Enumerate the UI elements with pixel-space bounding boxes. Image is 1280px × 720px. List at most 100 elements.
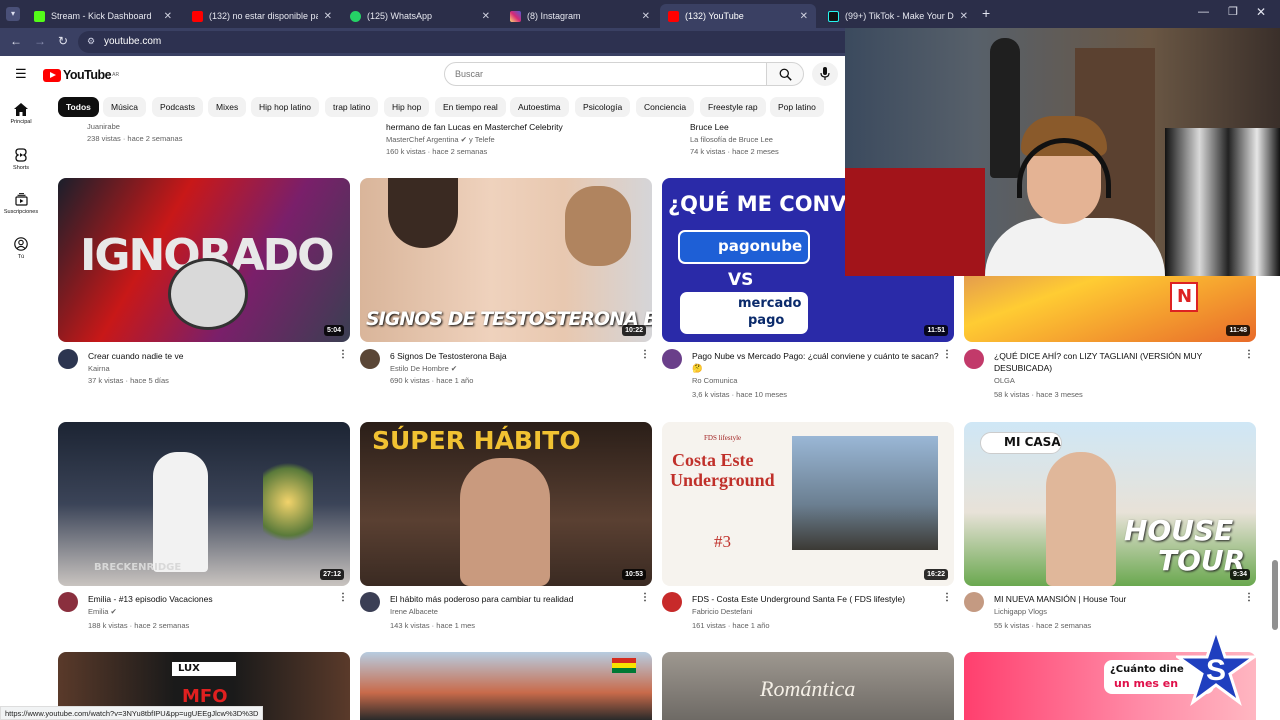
- channel-name[interactable]: La filosofía de Bruce Lee: [690, 135, 773, 144]
- youtube-logo[interactable]: YouTube AR: [43, 67, 119, 83]
- chip-hip-hop-latino[interactable]: Hip hop latino: [251, 97, 319, 117]
- channel-name[interactable]: Estilo De Hombre ✔: [390, 364, 457, 373]
- sidebar-item-suscripciones[interactable]: Suscripciones: [0, 193, 42, 215]
- channel-name[interactable]: Ro Comunica: [692, 376, 737, 385]
- video-card-partial[interactable]: Juanirabe 238 vistas · hace 2 semanas: [57, 120, 349, 148]
- video-title[interactable]: Emilia - #13 episodio Vacaciones: [88, 593, 336, 605]
- video-thumbnail[interactable]: MI CASA HOUSE TOUR 9:34: [964, 422, 1256, 586]
- channel-avatar[interactable]: [964, 349, 984, 369]
- video-title[interactable]: ¿QUÉ DICE AHÍ? con LIZY TAGLIANI (VERSIÓ…: [994, 350, 1242, 374]
- video-card-info[interactable]: FDS - Costa Este Underground Santa Fe ( …: [662, 592, 954, 638]
- video-card-info[interactable]: El hábito más poderoso para cambiar tu r…: [360, 592, 652, 638]
- chip-trap-latino[interactable]: trap latino: [325, 97, 379, 117]
- browser-tab-youtube-video[interactable]: (132) no estar disponible para l ✕: [184, 4, 340, 28]
- video-card-info[interactable]: Emilia - #13 episodio Vacaciones Emilia …: [58, 592, 350, 638]
- video-thumbnail[interactable]: SIGNOS DE TESTOSTERONA BAJA 10:22: [360, 178, 652, 342]
- chip-hip-hop[interactable]: Hip hop: [384, 97, 430, 117]
- video-thumbnail[interactable]: BRECKENRIDGE 27:12: [58, 422, 350, 586]
- more-options-icon[interactable]: ⋮: [640, 349, 650, 360]
- channel-avatar[interactable]: [58, 592, 78, 612]
- video-title[interactable]: FDS - Costa Este Underground Santa Fe ( …: [692, 593, 940, 605]
- sidebar-item-label: Shorts: [13, 165, 29, 171]
- chip-psicologia[interactable]: Psicología: [575, 97, 631, 117]
- search-input[interactable]: [455, 64, 755, 84]
- chip-podcasts[interactable]: Podcasts: [152, 97, 203, 117]
- close-tab-icon[interactable]: ✕: [324, 11, 332, 22]
- chip-todos[interactable]: Todos: [58, 97, 99, 117]
- browser-tab-kick[interactable]: Stream - Kick Dashboard ✕: [26, 4, 180, 28]
- sidebar-item-principal[interactable]: Principal: [0, 103, 42, 125]
- search-box[interactable]: [444, 62, 767, 86]
- chip-musica[interactable]: Música: [103, 97, 146, 117]
- chip-conciencia[interactable]: Conciencia: [636, 97, 695, 117]
- forward-arrow-icon[interactable]: →: [34, 34, 46, 48]
- more-options-icon[interactable]: ⋮: [942, 349, 952, 360]
- reload-icon[interactable]: ↻: [58, 34, 68, 48]
- video-thumbnail[interactable]: Romántica: [662, 652, 954, 720]
- more-options-icon[interactable]: ⋮: [942, 592, 952, 603]
- menu-hamburger-icon[interactable]: ☰: [15, 67, 27, 80]
- video-title[interactable]: hermano de fan Lucas en Masterchef Celeb…: [386, 121, 634, 133]
- channel-avatar[interactable]: [964, 592, 984, 612]
- video-card-partial[interactable]: hermano de fan Lucas en Masterchef Celeb…: [356, 120, 648, 160]
- chip-autoestima[interactable]: Autoestima: [510, 97, 569, 117]
- minimize-window-icon[interactable]: —: [1198, 6, 1209, 18]
- video-thumbnail[interactable]: IGNORADO 5:04: [58, 178, 350, 342]
- video-title[interactable]: 6 Signos De Testosterona Baja: [390, 350, 638, 362]
- channel-name[interactable]: Lichigapp Vlogs: [994, 607, 1047, 616]
- channel-avatar[interactable]: [360, 349, 380, 369]
- more-options-icon[interactable]: ⋮: [338, 349, 348, 360]
- chip-freestyle-rap[interactable]: Freestyle rap: [700, 97, 766, 117]
- channel-name[interactable]: Fabricio Destefani: [692, 607, 752, 616]
- more-options-icon[interactable]: ⋮: [640, 592, 650, 603]
- video-title[interactable]: Pago Nube vs Mercado Pago: ¿cuál convien…: [692, 350, 940, 374]
- close-tab-icon[interactable]: ✕: [960, 11, 968, 22]
- channel-name[interactable]: Emilia ✔: [88, 607, 117, 616]
- chip-mixes[interactable]: Mixes: [208, 97, 247, 117]
- channel-name[interactable]: OLGA: [994, 376, 1015, 385]
- close-tab-icon[interactable]: ✕: [642, 11, 650, 22]
- video-card-info[interactable]: Crear cuando nadie te ve Kairna 37 k vis…: [58, 349, 350, 395]
- video-card-info[interactable]: ¿QUÉ DICE AHÍ? con LIZY TAGLIANI (VERSIÓ…: [964, 349, 1256, 399]
- video-thumbnail[interactable]: FDS lifestyle Costa Este Underground #3 …: [662, 422, 954, 586]
- browser-tab-instagram[interactable]: (8) Instagram ✕: [502, 4, 658, 28]
- voice-search-button[interactable]: [812, 62, 838, 86]
- channel-avatar[interactable]: [360, 592, 380, 612]
- browser-tab-tiktok[interactable]: (99+) TikTok - Make Your Day ✕: [820, 4, 976, 28]
- browser-tab-whatsapp[interactable]: (125) WhatsApp ✕: [342, 4, 498, 28]
- video-card-info[interactable]: 6 Signos De Testosterona Baja Estilo De …: [360, 349, 652, 395]
- channel-name[interactable]: Irene Albacete: [390, 607, 438, 616]
- more-options-icon[interactable]: ⋮: [1244, 592, 1254, 603]
- video-card-info[interactable]: Pago Nube vs Mercado Pago: ¿cuál convien…: [662, 349, 954, 399]
- restore-window-icon[interactable]: ❐: [1228, 5, 1238, 18]
- more-options-icon[interactable]: ⋮: [1244, 349, 1254, 360]
- sidebar-item-tu[interactable]: Tú: [0, 237, 42, 260]
- video-title[interactable]: Crear cuando nadie te ve: [88, 350, 336, 362]
- close-tab-icon[interactable]: ✕: [482, 11, 490, 22]
- video-duration: 11:51: [924, 325, 948, 336]
- close-tab-icon[interactable]: ✕: [800, 11, 808, 22]
- more-options-icon[interactable]: ⋮: [338, 592, 348, 603]
- page-scrollbar-thumb[interactable]: [1272, 560, 1278, 630]
- back-arrow-icon[interactable]: ←: [10, 34, 22, 48]
- site-info-icon[interactable]: ⚙: [87, 36, 95, 47]
- video-title[interactable]: MI NUEVA MANSIÓN | House Tour: [994, 593, 1242, 605]
- channel-avatar[interactable]: [662, 349, 682, 369]
- chip-en-tiempo-real[interactable]: En tiempo real: [435, 97, 506, 117]
- chip-pop-latino[interactable]: Pop latino: [770, 97, 824, 117]
- sidebar-item-shorts[interactable]: Shorts: [0, 148, 42, 171]
- channel-name[interactable]: Juanirabe: [87, 122, 120, 131]
- video-title[interactable]: El hábito más poderoso para cambiar tu r…: [390, 593, 638, 605]
- close-tab-icon[interactable]: ✕: [164, 11, 172, 22]
- video-thumbnail[interactable]: SÚPER HÁBITO 10:53: [360, 422, 652, 586]
- channel-avatar[interactable]: [58, 349, 78, 369]
- channel-name[interactable]: Kairna: [88, 364, 110, 373]
- channel-avatar[interactable]: [662, 592, 682, 612]
- video-thumbnail[interactable]: [360, 652, 652, 720]
- search-button[interactable]: [766, 62, 804, 86]
- new-tab-plus-icon[interactable]: +: [982, 5, 990, 21]
- channel-name[interactable]: MasterChef Argentina ✔ y Telefe: [386, 135, 495, 144]
- browser-tab-youtube[interactable]: (132) YouTube ✕: [660, 4, 816, 28]
- tab-search-icon[interactable]: ▾: [6, 7, 20, 21]
- close-window-icon[interactable]: ✕: [1256, 5, 1266, 19]
